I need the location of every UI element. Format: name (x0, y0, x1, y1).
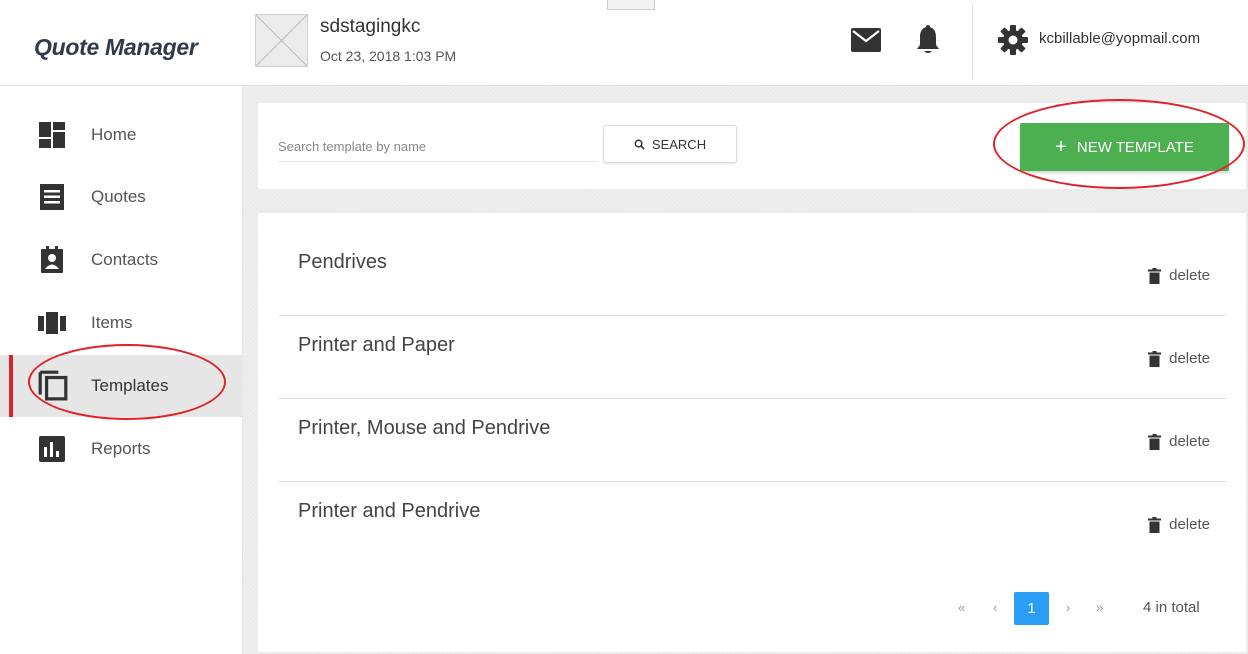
delete-label: delete (1169, 516, 1210, 533)
pagination-next[interactable]: › (1066, 600, 1070, 615)
app-logo[interactable]: Quote Manager (34, 34, 198, 61)
sidebar-item-templates[interactable]: Templates (0, 355, 243, 417)
bell-icon[interactable] (914, 24, 942, 56)
new-template-label: NEW TEMPLATE (1076, 138, 1194, 156)
company-date: Oct 23, 2018 1:03 PM (320, 48, 457, 64)
bar-chart-icon (39, 436, 65, 462)
table-row[interactable]: Pendrives delete (279, 233, 1227, 316)
mail-icon[interactable] (850, 27, 882, 53)
header-tab-handle (607, 0, 655, 10)
sidebar-item-label: Contacts (91, 250, 159, 269)
company-name: sdstagingkc (320, 16, 421, 37)
sidebar-item-label: Home (91, 125, 137, 144)
sidebar-item-label: Reports (91, 439, 151, 458)
delete-label: delete (1169, 433, 1210, 450)
pagination-total: 4 in total (1143, 599, 1200, 616)
sidebar-item-home[interactable]: Home (0, 104, 243, 166)
new-template-button[interactable]: + NEW TEMPLATE (1020, 123, 1229, 171)
pagination-last[interactable]: » (1096, 600, 1103, 615)
pagination-first[interactable]: « (958, 600, 965, 615)
header-divider (972, 4, 973, 80)
delete-button[interactable]: delete (1148, 516, 1210, 533)
trash-icon (1148, 350, 1162, 367)
search-input[interactable] (278, 132, 598, 162)
sidebar-item-label: Templates (91, 376, 169, 395)
template-name[interactable]: Printer and Pendrive (298, 500, 480, 523)
trash-icon (1148, 267, 1162, 284)
trash-icon (1148, 516, 1162, 533)
plus-icon: + (1055, 136, 1067, 158)
trash-icon (1148, 433, 1162, 450)
sidebar-item-label: Items (91, 313, 133, 332)
delete-button[interactable]: delete (1148, 267, 1210, 284)
top-header: Quote Manager sdstagingkc Oct 23, 2018 1… (0, 0, 1248, 86)
search-icon (634, 139, 645, 150)
pagination-prev[interactable]: ‹ (993, 600, 997, 615)
gear-icon[interactable] (997, 24, 1029, 56)
delete-button[interactable]: delete (1148, 433, 1210, 450)
pagination-current-page[interactable]: 1 (1014, 592, 1049, 625)
sidebar-item-reports[interactable]: Reports (0, 418, 243, 480)
image-placeholder-icon (256, 15, 307, 66)
template-name[interactable]: Printer, Mouse and Pendrive (298, 417, 550, 440)
items-icon (38, 312, 66, 334)
sidebar-item-quotes[interactable]: Quotes (0, 166, 243, 228)
copy-icon (38, 370, 68, 401)
dashboard-icon (39, 122, 65, 148)
search-button[interactable]: SEARCH (603, 125, 737, 163)
contact-book-icon (41, 246, 63, 273)
sidebar-item-label: Quotes (91, 187, 146, 206)
search-button-label: SEARCH (651, 136, 707, 152)
sidebar: Home Quotes Contacts Items Templates Rep… (0, 86, 243, 654)
table-row[interactable]: Printer and Paper delete (279, 316, 1227, 399)
delete-label: delete (1169, 350, 1210, 367)
template-name[interactable]: Printer and Paper (298, 334, 455, 357)
delete-button[interactable]: delete (1148, 350, 1210, 367)
sidebar-item-items[interactable]: Items (0, 292, 243, 354)
sidebar-item-contacts[interactable]: Contacts (0, 229, 243, 291)
table-row[interactable]: Printer, Mouse and Pendrive delete (279, 399, 1227, 482)
document-icon (40, 184, 64, 210)
template-name[interactable]: Pendrives (298, 251, 387, 274)
company-avatar[interactable] (255, 14, 308, 67)
delete-label: delete (1169, 267, 1210, 284)
user-email[interactable]: kcbillable@yopmail.com (1039, 30, 1200, 47)
table-row[interactable]: Printer and Pendrive delete (279, 482, 1227, 565)
